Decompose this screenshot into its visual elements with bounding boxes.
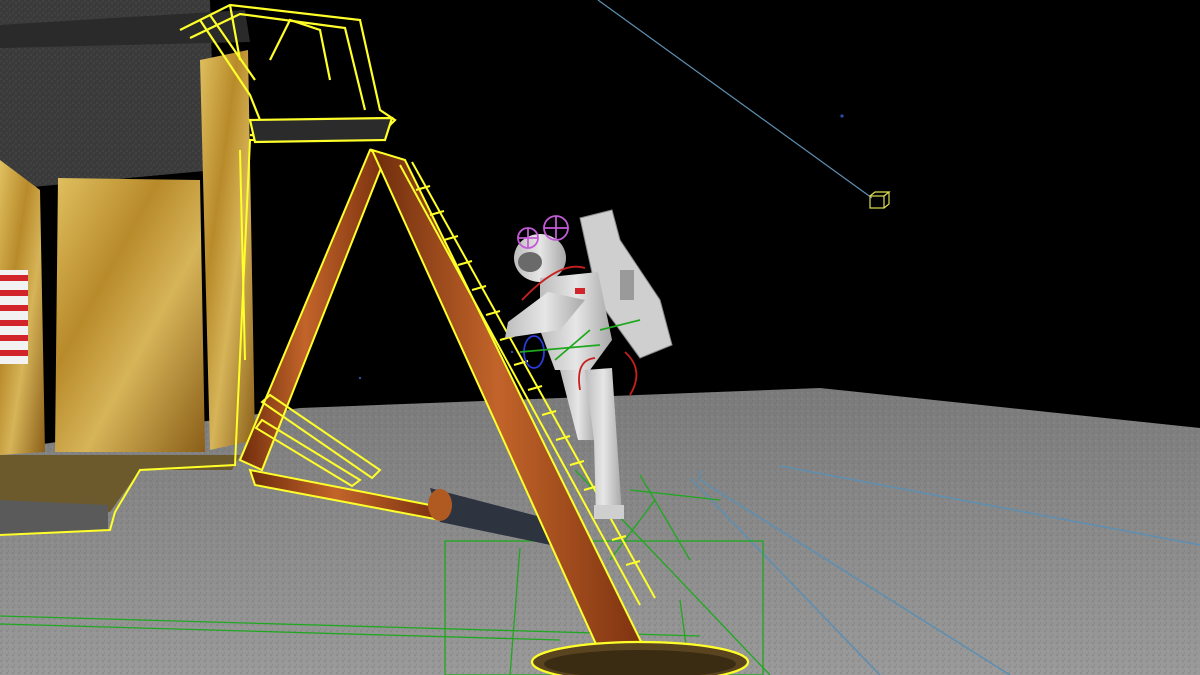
flag-decal xyxy=(0,270,28,364)
viewport-canvas[interactable] xyxy=(0,0,1200,675)
3d-viewport[interactable] xyxy=(0,0,1200,675)
footpad[interactable] xyxy=(530,640,750,675)
